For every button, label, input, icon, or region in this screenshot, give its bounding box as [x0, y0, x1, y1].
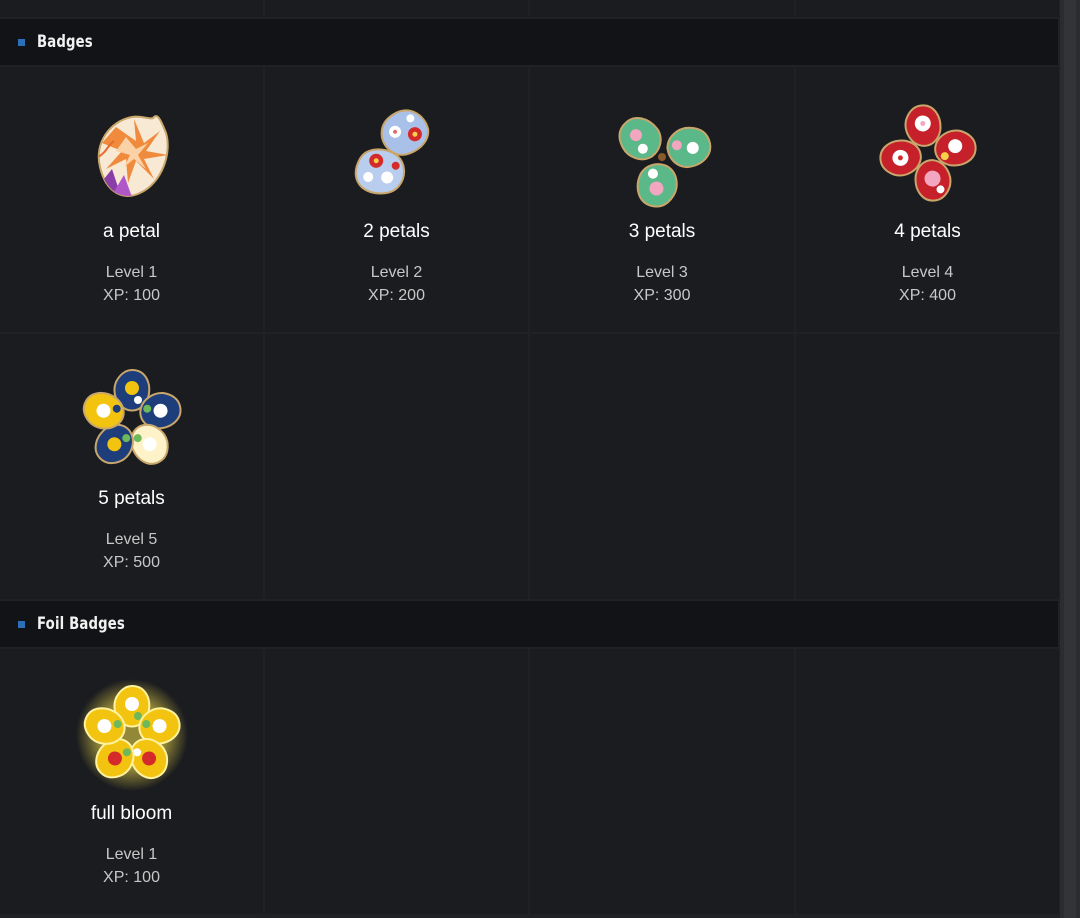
badge-level: Level 1 [105, 264, 158, 281]
scrollbar-track[interactable] [1060, 0, 1080, 918]
badge-level-info: Level 5 XP: 500 [0, 528, 263, 574]
badge-name: full bloom [90, 803, 173, 824]
badge-name: 4 petals [894, 221, 961, 242]
badge-xp: XP: 100 [103, 287, 160, 304]
badge-level-info: Level 1 XP: 100 [0, 261, 263, 307]
badge-xp: XP: 500 [103, 554, 160, 571]
badges-grid: a petal Level 1 XP: 100 2 petals Level 2… [0, 67, 1059, 599]
badge-xp: XP: 100 [103, 869, 160, 886]
badge-name: 3 petals [628, 221, 696, 242]
badge-name: 5 petals [98, 488, 165, 509]
badge-card[interactable]: 5 petals Level 5 XP: 500 [0, 334, 263, 599]
section-bullet-icon [18, 620, 25, 628]
badge-card[interactable]: 4 petals Level 4 XP: 400 [796, 67, 1059, 332]
badge-name: 2 petals [363, 221, 430, 242]
empty-badge-slot [530, 649, 794, 914]
two-petals-badge-icon [354, 109, 429, 195]
empty-badge-slot [796, 649, 1059, 914]
empty-badge-slot [796, 334, 1059, 599]
four-petals-badge-icon [879, 104, 976, 202]
badge-level: Level 3 [636, 264, 688, 281]
badge-xp: XP: 400 [899, 287, 956, 304]
section-bullet-icon [18, 38, 25, 46]
section-title: Badges [37, 32, 93, 52]
badge-card[interactable]: a petal Level 1 XP: 100 [0, 67, 263, 332]
badge-level-info: Level 1 XP: 100 [0, 843, 263, 889]
previous-cell [530, 0, 794, 17]
three-petals-badge-icon [618, 117, 712, 208]
badge-card[interactable]: 3 petals Level 3 XP: 300 [530, 67, 794, 332]
badges-content: Badges a petal Level 1 XP: 100 2 petals … [0, 0, 1060, 918]
empty-badge-slot [265, 334, 528, 599]
one-petal-badge-icon [97, 115, 169, 197]
badge-xp: XP: 300 [633, 287, 691, 304]
badge-level: Level 1 [105, 846, 158, 863]
previous-cell [0, 0, 263, 17]
five-petals-badge-icon [82, 368, 181, 465]
badge-level: Level 4 [901, 264, 954, 281]
badge-card[interactable]: full bloom Level 1 XP: 100 [0, 649, 263, 914]
badges-page: Badges a petal Level 1 XP: 100 2 petals … [0, 0, 1080, 918]
previous-row-strip [0, 0, 1059, 17]
badge-level-info: Level 3 XP: 300 [530, 261, 794, 307]
badge-level-info: Level 2 XP: 200 [265, 261, 528, 307]
badge-name: a petal [102, 221, 161, 242]
foil-badges-section-header: Foil Badges [0, 601, 1058, 647]
badges-section-header: Badges [0, 19, 1058, 65]
scrollbar-thumb[interactable] [1064, 0, 1076, 918]
empty-badge-slot [530, 334, 794, 599]
section-title: Foil Badges [37, 614, 125, 634]
badge-level-info: Level 4 XP: 400 [796, 261, 1059, 307]
badge-level: Level 5 [105, 531, 158, 548]
badge-xp: XP: 200 [368, 287, 425, 304]
foil-badges-grid: full bloom Level 1 XP: 100 [0, 649, 1059, 914]
previous-cell [265, 0, 528, 17]
badge-card[interactable]: 2 petals Level 2 XP: 200 [265, 67, 528, 332]
badge-level: Level 2 [370, 264, 423, 281]
previous-cell [796, 0, 1059, 17]
full-bloom-foil-badge-icon [75, 679, 188, 791]
empty-badge-slot [265, 649, 528, 914]
